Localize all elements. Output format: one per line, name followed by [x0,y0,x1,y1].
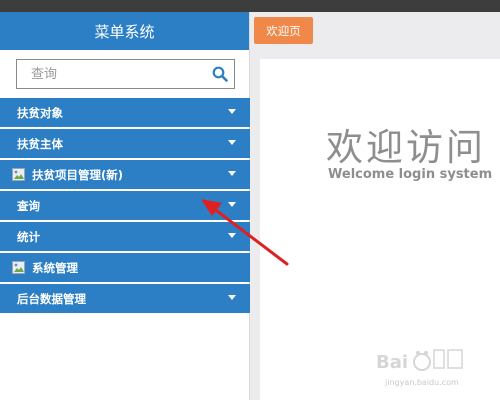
sidebar-item-system-management[interactable]: 系统管理 [0,253,250,282]
sidebar-item-backend-data[interactable]: 后台数据管理 [0,284,250,313]
sidebar-item-project-management[interactable]: 扶贫项目管理(新) [0,160,250,189]
sidebar-item-label: 扶贫项目管理(新) [32,167,124,182]
top-bar [0,0,500,12]
sidebar-item-label: 扶贫主体 [17,136,63,151]
sidebar-item-query[interactable]: 查询 [0,191,250,220]
search-box [16,59,235,89]
caret-down-icon [228,140,236,145]
caret-down-icon [228,171,236,176]
sidebar: 菜单系统 扶贫对象 扶贫主体 扶贫项目管 [0,12,250,400]
sidebar-item-label: 统计 [17,229,40,244]
caret-down-icon [228,109,236,114]
welcome-title: 欢迎访问 [326,126,486,169]
welcome-subtitle: Welcome login system [328,167,493,182]
broken-image-icon [12,167,26,182]
watermark-text: jingyan.baidu.com [385,378,459,387]
caret-down-icon [228,295,236,300]
search-input[interactable] [17,60,207,88]
tab-bar: 欢迎页 [250,12,500,50]
sidebar-title: 菜单系统 [0,12,249,50]
sidebar-item-poverty-target[interactable]: 扶贫对象 [0,98,250,127]
sidebar-item-statistics[interactable]: 统计 [0,222,250,251]
broken-image-icon [12,260,26,275]
sidebar-item-label: 查询 [17,198,40,213]
sidebar-item-poverty-subject[interactable]: 扶贫主体 [0,129,250,158]
tab-welcome[interactable]: 欢迎页 [254,17,313,44]
search-icon[interactable] [212,66,228,82]
sidebar-item-label: 后台数据管理 [17,291,86,306]
sidebar-item-label: 系统管理 [32,260,78,275]
svg-text:Bai: Bai [376,352,408,373]
caret-down-icon [228,233,236,238]
sidebar-menu: 扶贫对象 扶贫主体 扶贫项目管理(新) 查询 统计 系统管理 后台数据管理 [0,98,250,315]
sidebar-item-label: 扶贫对象 [17,105,63,120]
caret-down-icon [228,202,236,207]
